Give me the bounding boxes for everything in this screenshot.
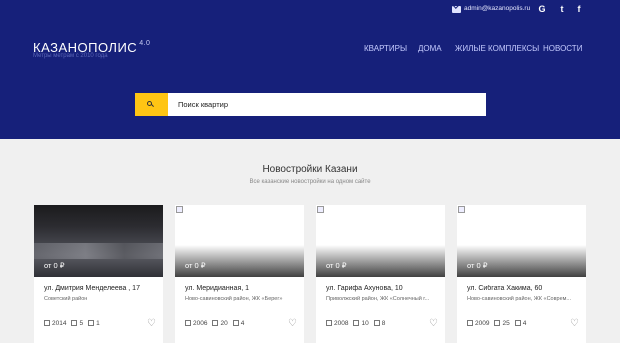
- sections-icon: [514, 320, 521, 326]
- listing-subtitle: Ново-савиновский район, ЖК «Берег»: [185, 296, 283, 302]
- search-button[interactable]: [135, 93, 168, 116]
- floors-value: 20: [220, 320, 228, 327]
- sections-value: 1: [96, 320, 100, 327]
- year-value: 2009: [475, 320, 490, 327]
- floors-icon: [71, 320, 78, 326]
- year-stat: 2006: [185, 320, 207, 327]
- year-value: 2014: [52, 320, 67, 327]
- nav-residential-complexes[interactable]: ЖИЛЫЕ КОМПЛЕКСЫ: [455, 44, 539, 53]
- floors-stat: 20: [212, 320, 228, 327]
- listing-stats: 2014 5 1: [44, 320, 100, 327]
- listing-title[interactable]: ул. Гарифа Ахунова, 10: [326, 285, 441, 292]
- favorite-heart-icon[interactable]: ♡: [570, 318, 579, 329]
- year-stat: 2008: [326, 320, 348, 327]
- listing-price: от 0 ₽: [326, 261, 347, 270]
- sections-icon: [88, 320, 95, 326]
- listing-price: от 0 ₽: [185, 261, 206, 270]
- broken-image-icon: [458, 206, 465, 213]
- year-value: 2008: [334, 320, 349, 327]
- listing-stats: 2006 20 4: [185, 320, 244, 327]
- calendar-icon: [326, 320, 332, 326]
- favorite-heart-icon[interactable]: ♡: [288, 318, 297, 329]
- sections-stat: 4: [514, 320, 527, 327]
- site-header: admin@kazanopolis.ru G t f КАЗАНОПОЛИС 4.…: [0, 0, 620, 139]
- brand-tagline: Метры метрам с 2010 года: [33, 53, 108, 59]
- listing-card[interactable]: от 0 ₽ ул. Дмитрия Менделеева , 17 Совет…: [34, 205, 163, 343]
- sections-value: 8: [381, 320, 386, 327]
- sections-value: 4: [240, 320, 245, 327]
- floors-stat: 5: [71, 320, 83, 327]
- broken-image-icon: [317, 206, 324, 213]
- listing-subtitle: Ново-савиновский район, ЖК «Соврем...: [467, 296, 572, 302]
- calendar-icon: [467, 320, 473, 326]
- sections-icon: [373, 320, 380, 326]
- floors-icon: [494, 320, 501, 326]
- floors-value: 5: [79, 320, 84, 327]
- search-input[interactable]: [168, 93, 486, 116]
- sections-value: 4: [522, 320, 527, 327]
- contact-email-link[interactable]: admin@kazanopolis.ru: [464, 5, 530, 12]
- year-stat: 2009: [467, 320, 489, 327]
- broken-image-icon: [176, 206, 183, 213]
- sections-stat: 4: [232, 320, 245, 327]
- twitter-icon[interactable]: t: [556, 4, 568, 14]
- top-bar: admin@kazanopolis.ru G t f: [0, 0, 620, 20]
- listing-subtitle: Советский район: [44, 296, 88, 302]
- section-subtitle: Все казанские новостройки на одном сайте: [249, 179, 371, 185]
- listing-title[interactable]: ул. Меридианная, 1: [185, 285, 300, 292]
- floors-stat: 25: [494, 320, 510, 327]
- nav-apartments[interactable]: КВАРТИРЫ: [364, 44, 407, 53]
- floors-icon: [353, 320, 360, 326]
- floors-stat: 10: [353, 320, 369, 327]
- year-value: 2006: [193, 320, 208, 327]
- listing-card[interactable]: от 0 ₽ ул. Гарифа Ахунова, 10 Приволжски…: [316, 205, 445, 343]
- facebook-icon[interactable]: f: [573, 4, 585, 14]
- brand-version: 4.0: [139, 40, 151, 47]
- listing-price: от 0 ₽: [467, 261, 488, 270]
- sections-stat: 8: [373, 320, 386, 327]
- nav-houses[interactable]: ДОМА: [418, 44, 442, 53]
- search-bar: [135, 93, 486, 116]
- listing-subtitle: Приволжский район, ЖК «Солнечный г...: [326, 296, 430, 302]
- calendar-icon: [185, 320, 191, 326]
- listing-stats: 2009 25 4: [467, 320, 526, 327]
- listing-card[interactable]: от 0 ₽ ул. Меридианная, 1 Ново-савиновск…: [175, 205, 304, 343]
- calendar-icon: [44, 320, 50, 326]
- floors-value: 25: [502, 320, 510, 327]
- mail-icon: [452, 6, 461, 13]
- listing-price: от 0 ₽: [44, 261, 65, 270]
- google-icon[interactable]: G: [536, 4, 548, 14]
- section-title: Новостройки Казани: [262, 164, 358, 175]
- listing-stats: 2008 10 8: [326, 320, 385, 327]
- floors-value: 10: [361, 320, 369, 327]
- nav-news[interactable]: НОВОСТИ: [543, 44, 582, 53]
- favorite-heart-icon[interactable]: ♡: [429, 318, 438, 329]
- listing-title[interactable]: ул. Сибгата Хакима, 60: [467, 285, 582, 292]
- listing-title[interactable]: ул. Дмитрия Менделеева , 17: [44, 285, 159, 292]
- listing-card[interactable]: от 0 ₽ ул. Сибгата Хакима, 60 Ново-савин…: [457, 205, 586, 343]
- favorite-heart-icon[interactable]: ♡: [147, 318, 156, 329]
- year-stat: 2014: [44, 320, 66, 327]
- sections-icon: [232, 320, 239, 326]
- sections-stat: 1: [88, 320, 100, 327]
- floors-icon: [212, 320, 219, 326]
